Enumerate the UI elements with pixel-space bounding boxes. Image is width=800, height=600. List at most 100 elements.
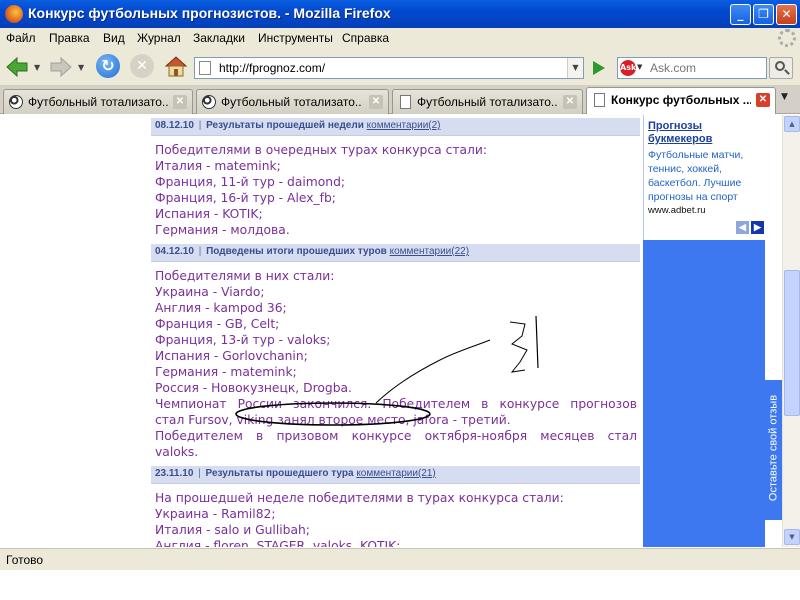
forward-arrow-icon [50,56,72,78]
tab-1[interactable]: Футбольный тотализато... ✕ [3,89,193,114]
news-line: Англия - floren, STAGER, valoks, KOTIK; [155,539,401,547]
news-body: Победителями в них стали: Украина - Viar… [151,262,640,462]
window-title: Конкурс футбольных прогнозистов. - Mozil… [28,5,391,21]
home-button[interactable] [164,54,188,78]
news-title: Результаты прошедшего тура [205,468,354,479]
menu-view[interactable]: Вид [103,31,125,45]
comments-link[interactable]: комментарии(22) [390,246,469,257]
news-line: Франция, 11-й тур - daimond; [155,175,346,189]
tab-strip: Футбольный тотализато... ✕ Футбольный то… [0,86,800,114]
news-line: стал Fursov, viking занял второе место, … [155,413,511,427]
news-line: Германия - matemink; [155,365,297,379]
stop-button[interactable]: ✕ [130,54,154,78]
close-window-button[interactable]: ✕ [776,4,797,25]
title-bar: Конкурс футбольных прогнозистов. - Mozil… [0,0,800,28]
news-title: Результаты прошедшей недели [206,120,364,131]
tab-title: Конкурс футбольных ... [611,93,751,107]
back-history-dropdown[interactable]: ▼ [34,63,40,72]
feedback-tab[interactable]: Оставьте свой отзыв [765,380,782,520]
url-text[interactable]: http://fprognoz.com/ [219,61,325,75]
news-header: 08.12.10 | Результаты прошедшей недели к… [151,118,640,136]
right-sidebar: Прогнозы букмекеров Футбольные матчи, те… [643,115,765,547]
menu-edit[interactable]: Правка [49,31,90,45]
home-icon [164,56,188,77]
comments-link[interactable]: комментарии(2) [367,120,441,131]
forward-history-dropdown[interactable]: ▼ [78,63,84,72]
news-line: Победителями в очередных турах конкурса … [155,143,488,157]
news-line: Франция, 16-й тур - Alex_fb; [155,191,336,205]
tab-2[interactable]: Футбольный тотализато... ✕ [196,89,389,114]
news-date: 08.12.10 [155,120,194,131]
news-line: Италия - matemink; [155,159,281,173]
menu-bar: Файл Правка Вид Журнал Закладки Инструме… [0,28,800,48]
page-icon [594,93,605,107]
search-button[interactable] [769,57,793,79]
scroll-thumb[interactable] [784,270,800,416]
news-line: На прошедшей неделе победителями в турах… [155,491,564,505]
navigation-toolbar: ▼ ▼ ↻ ✕ http://fprognoz.com/ ▼ Ask ▼ [0,48,800,86]
maximize-button[interactable]: ❐ [753,4,774,25]
news-line: Чемпионат России закончился. Победителем… [155,397,637,411]
engine-dropdown[interactable]: ▼ [637,63,642,71]
vertical-scrollbar[interactable]: ▲ ▼ [782,115,800,547]
news-line: Испания - KOTIK; [155,207,263,221]
tab-title: Футбольный тотализато... [221,95,361,109]
tab-3[interactable]: Футбольный тотализато... ✕ [392,89,583,114]
menu-history[interactable]: Журнал [137,31,181,45]
news-date: 23.11.10 [155,468,194,479]
news-line: Украина - Viardo; [155,285,265,299]
news-body: Победителями в очередных турах конкурса … [151,136,640,240]
tab-title: Футбольный тотализато... [417,95,557,109]
status-text: Готово [6,553,44,567]
ask-engine-icon[interactable]: Ask [620,60,636,76]
tab-title: Футбольный тотализато... [28,95,168,109]
tab-active[interactable]: Конкурс футбольных ... ✕ [586,87,776,114]
blank-strip [0,570,800,600]
reload-button[interactable]: ↻ [96,54,120,78]
menu-file[interactable]: Файл [6,31,36,45]
address-bar[interactable]: http://fprognoz.com/ ▼ [194,57,584,79]
news-column: 08.12.10 | Результаты прошедшей недели к… [151,118,640,547]
news-line: valoks. [155,445,199,459]
menu-tools[interactable]: Инструменты [258,31,333,45]
news-line: Победителем в призовом конкурсе октября-… [155,429,637,443]
news-header: 04.12.10 | Подведены итоги прошедших тур… [151,244,640,262]
news-date: 04.12.10 [155,246,194,257]
firefox-logo-icon [5,5,23,23]
ad-url[interactable]: www.adbet.ru [648,205,761,216]
back-button[interactable] [4,54,30,80]
tab-close-button[interactable]: ✕ [369,95,383,109]
tab-close-button[interactable]: ✕ [563,95,577,109]
news-line: Испания - Gorlovchanin; [155,349,308,363]
feedback-label[interactable]: Оставьте свой отзыв [768,387,780,510]
comments-link[interactable]: комментарии(21) [356,468,435,479]
search-bar[interactable]: Ask ▼ [617,57,767,79]
news-title: Подведены итоги прошедших туров [206,246,387,257]
minimize-button[interactable]: _ [730,4,751,25]
ad-title[interactable]: Прогнозы букмекеров [648,120,761,146]
menu-bookmarks[interactable]: Закладки [193,31,245,45]
news-line: Франция - GB, Celt; [155,317,280,331]
news-line: Украина - Ramil82; [155,507,276,521]
ad-next-button[interactable]: ▶ [751,221,764,234]
search-input[interactable] [650,60,762,76]
tab-close-button[interactable]: ✕ [756,93,770,107]
ad-prev-button[interactable]: ◀ [736,221,749,234]
tab-close-button[interactable]: ✕ [173,95,187,109]
news-line: Россия - Новокузнецк, Drogba. [155,381,352,395]
status-bar: Готово [0,548,800,570]
soccer-ball-icon [9,95,23,109]
back-arrow-icon [6,56,28,78]
news-line: Италия - salo и Gullibah; [155,523,310,537]
url-history-dropdown[interactable]: ▼ [567,58,583,78]
ad-block[interactable]: Прогнозы букмекеров Футбольные матчи, те… [643,115,765,240]
forward-button[interactable] [48,54,74,80]
scroll-down-button[interactable]: ▼ [784,529,800,545]
go-button[interactable] [588,57,608,79]
news-header: 23.11.10 | Результаты прошедшего тура ко… [151,466,640,484]
tab-list-dropdown[interactable]: ▼ [781,92,788,102]
ad-body: Футбольные матчи, теннис, хоккей, баскет… [648,149,744,203]
page-content: 08.12.10 | Результаты прошедшей недели к… [0,115,782,547]
menu-help[interactable]: Справка [342,31,389,45]
scroll-up-button[interactable]: ▲ [784,116,800,132]
